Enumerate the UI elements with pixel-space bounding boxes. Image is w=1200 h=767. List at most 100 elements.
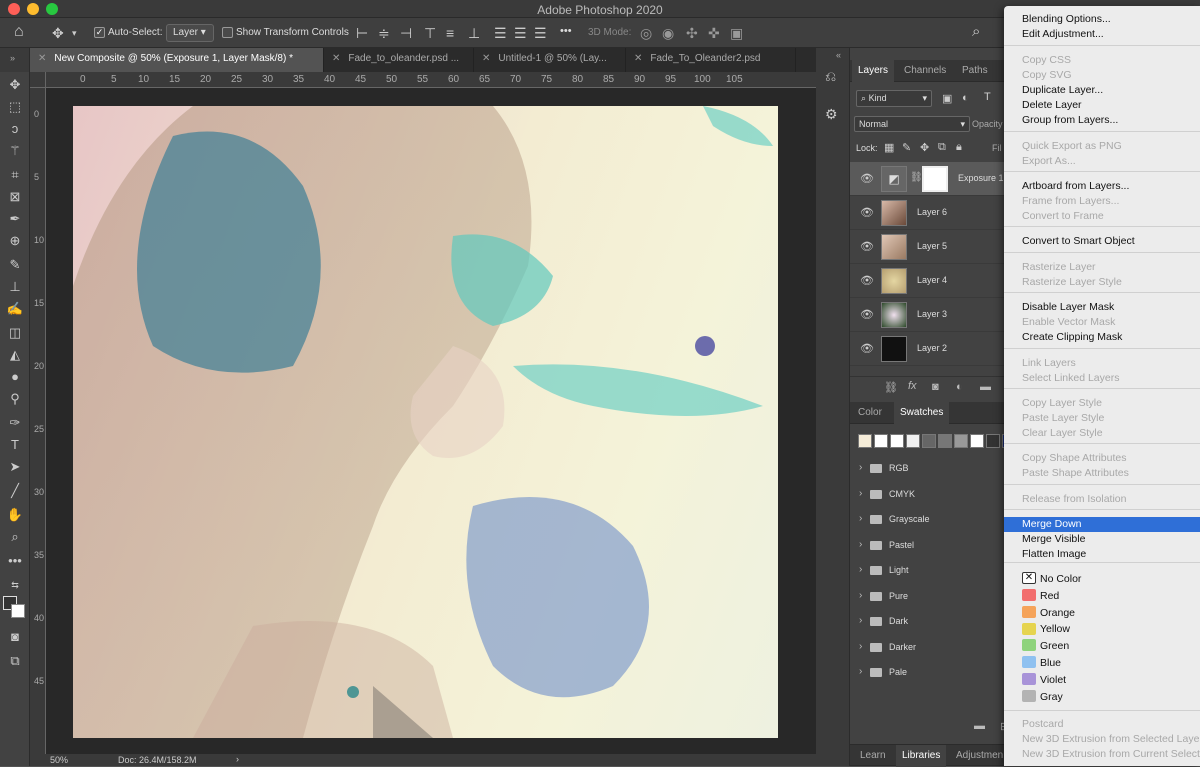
move-tool-icon[interactable]: ✥ [52, 25, 64, 42]
collapse-icon[interactable]: » [10, 53, 15, 63]
swatch-7[interactable] [970, 434, 984, 448]
lock-artboard-icon[interactable]: ⧉ [938, 141, 946, 154]
menu-item-artboard-from-layers[interactable]: Artboard from Layers... [1004, 179, 1200, 194]
swatch-2[interactable] [890, 434, 904, 448]
blend-mode-select[interactable]: Normal ▾ [854, 116, 970, 132]
chevron-right-icon[interactable]: › [859, 539, 862, 550]
history-brush-tool-icon[interactable]: ✍ [6, 300, 24, 318]
path-selection-tool-icon[interactable]: ➤ [6, 458, 24, 476]
layer-mask-thumbnail[interactable] [922, 166, 948, 192]
menu-item-convert-to-smart-object[interactable]: Convert to Smart Object [1004, 234, 1200, 249]
menu-color-no-color[interactable]: ✕ No Color [1004, 572, 1200, 587]
menu-item-merge-visible[interactable]: Merge Visible [1004, 532, 1200, 547]
healing-brush-tool-icon[interactable]: ⊕ [6, 232, 24, 250]
visibility-eye-icon[interactable]: 👁︎ [860, 308, 874, 321]
frame-tool-icon[interactable]: ⊠ [6, 188, 24, 206]
menu-item-duplicate-layer[interactable]: Duplicate Layer... [1004, 83, 1200, 98]
3d-roll-icon[interactable]: ◉ [662, 25, 674, 42]
swatch-5[interactable] [938, 434, 952, 448]
canvas-area[interactable] [46, 88, 816, 754]
distribute-middle-icon[interactable]: ☰ [514, 25, 527, 42]
3d-slide-icon[interactable]: ✜ [708, 25, 720, 42]
lock-all-icon[interactable]: 🔒︎ [956, 141, 962, 154]
chevron-right-icon[interactable]: › [859, 590, 862, 601]
screen-mode-icon[interactable]: ⧉ [6, 652, 24, 670]
show-transform-checkbox[interactable] [222, 27, 233, 38]
type-filter-icon[interactable]: T [984, 91, 991, 103]
layer-filter-select[interactable]: ⌕ Kind ▾ [856, 90, 932, 107]
tab-learn[interactable]: Learn [854, 745, 892, 767]
align-bottom-icon[interactable]: ⊥ [468, 25, 480, 42]
lasso-tool-icon[interactable]: ↄ [6, 120, 24, 138]
tab-new-composite[interactable]: ✕ New Composite @ 50% (Exposure 1, Layer … [30, 48, 324, 72]
history-panel-icon[interactable]: ⎌ [825, 68, 836, 85]
chevron-right-icon[interactable]: › [859, 488, 862, 499]
swatch-4[interactable] [922, 434, 936, 448]
chevron-right-icon[interactable]: › [859, 615, 862, 626]
visibility-eye-icon[interactable]: 👁︎ [860, 172, 874, 185]
eyedropper-tool-icon[interactable]: ✒ [6, 210, 24, 228]
mask-link-icon[interactable]: ⛓︎ [910, 172, 923, 183]
menu-item-merge-down[interactable]: Merge Down [1004, 517, 1200, 532]
pen-tool-icon[interactable]: ✑ [6, 414, 24, 432]
swatch-6[interactable] [954, 434, 968, 448]
tab-untitled-1[interactable]: ✕ Untitled-1 @ 50% (Lay... [474, 48, 626, 72]
3d-pan-icon[interactable]: ✣ [686, 25, 698, 42]
align-center-icon[interactable]: ≑ [378, 25, 390, 42]
add-style-button[interactable]: fx [908, 380, 917, 392]
dodge-tool-icon[interactable]: ⚲ [6, 390, 24, 408]
status-menu-arrow[interactable]: › [236, 754, 239, 764]
distribute-bottom-icon[interactable]: ☰ [534, 25, 547, 42]
menu-item-edit-adjustment[interactable]: Edit Adjustment... [1004, 27, 1200, 42]
chevron-right-icon[interactable]: › [859, 462, 862, 473]
move-tool-icon[interactable]: ✥ [6, 76, 24, 94]
menu-item-delete-layer[interactable]: Delete Layer [1004, 98, 1200, 113]
new-adjustment-icon[interactable]: ◐ [956, 381, 963, 393]
brush-tool-icon[interactable]: ✎ [6, 256, 24, 274]
menu-color-blue[interactable]: Blue [1004, 656, 1200, 671]
tab-fade-to-oleander2[interactable]: ✕ Fade_To_Oleander2.psd [626, 48, 796, 72]
swatch-3[interactable] [906, 434, 920, 448]
more-tools-icon[interactable]: ••• [6, 552, 24, 570]
add-mask-icon[interactable]: ◙ [932, 381, 939, 393]
menu-color-yellow[interactable]: Yellow [1004, 622, 1200, 637]
type-tool-icon[interactable]: T [6, 436, 24, 454]
menu-color-green[interactable]: Green [1004, 639, 1200, 654]
menu-color-red[interactable]: Red [1004, 589, 1200, 604]
align-middle-icon[interactable]: ≡ [446, 25, 454, 41]
tab-libraries[interactable]: Libraries [896, 745, 947, 767]
blur-tool-icon[interactable]: ● [6, 368, 24, 386]
menu-color-violet[interactable]: Violet [1004, 673, 1200, 688]
close-tab-icon[interactable]: ✕ [482, 53, 490, 64]
align-right-icon[interactable]: ⊣ [400, 25, 412, 42]
chevron-down-icon[interactable]: ▾ [72, 28, 77, 39]
link-layers-icon[interactable]: ⛓︎ [884, 381, 898, 394]
menu-item-flatten-image[interactable]: Flatten Image [1004, 547, 1200, 562]
collapse-panels-icon[interactable]: « [836, 50, 841, 60]
chevron-right-icon[interactable]: › [859, 666, 862, 677]
chevron-right-icon[interactable]: › [859, 513, 862, 524]
auto-select-checkbox[interactable]: ✓ [94, 27, 105, 38]
tab-fade-to-oleander[interactable]: ✕ Fade_to_oleander.psd ... [324, 48, 474, 72]
background-color-swatch[interactable] [11, 604, 25, 618]
search-icon[interactable]: ⌕ [972, 23, 980, 40]
horizontal-ruler[interactable]: 0 5 10 15 20 25 30 35 40 45 50 55 60 65 … [46, 72, 816, 88]
adjustment-filter-icon[interactable]: ◐ [962, 92, 969, 104]
swatch-8[interactable] [986, 434, 1000, 448]
close-tab-icon[interactable]: ✕ [634, 53, 642, 64]
visibility-eye-icon[interactable]: 👁︎ [860, 274, 874, 287]
new-group-icon[interactable]: ▬ [974, 720, 985, 732]
auto-select-target-select[interactable]: Layer ▾ [166, 24, 214, 42]
lock-pixels-icon[interactable]: ✎ [902, 141, 911, 154]
document-canvas[interactable] [73, 106, 778, 738]
more-options-button[interactable]: ••• [560, 25, 572, 37]
marquee-tool-icon[interactable]: ⬚ [6, 98, 24, 116]
home-icon[interactable]: ⌂ [14, 23, 24, 41]
close-tab-icon[interactable]: ✕ [332, 53, 340, 64]
close-tab-icon[interactable]: ✕ [38, 53, 46, 64]
hand-tool-icon[interactable]: ✋ [6, 506, 24, 524]
vertical-ruler[interactable]: 0 5 10 15 20 25 30 35 40 45 [30, 88, 46, 754]
zoom-tool-icon[interactable]: ⌕ [6, 528, 24, 546]
eraser-tool-icon[interactable]: ◫ [6, 324, 24, 342]
line-tool-icon[interactable]: ╱ [6, 482, 24, 500]
